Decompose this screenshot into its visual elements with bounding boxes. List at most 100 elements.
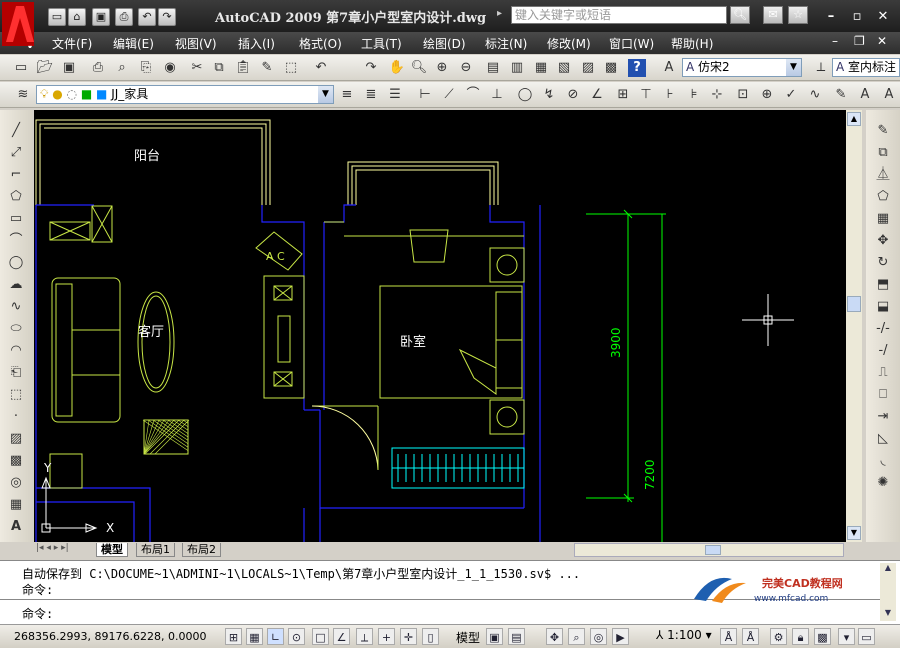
arc-icon[interactable]: ⌒ <box>6 232 26 250</box>
open-icon[interactable]: ⌂ <box>68 8 86 26</box>
line-icon[interactable]: ╱ <box>6 122 26 140</box>
scroll-thumb[interactable] <box>847 296 861 312</box>
restore-icon[interactable]: ▫ <box>846 8 868 26</box>
help-icon[interactable]: ? <box>628 59 646 77</box>
dim-edit-icon[interactable]: ✎ <box>832 86 850 104</box>
object-snap-icon[interactable]: □ <box>312 628 329 645</box>
object-snap-tracking-icon[interactable]: ∠ <box>333 628 350 645</box>
copy-icon[interactable]: ⧉ <box>210 59 228 77</box>
fillet-icon[interactable]: ◟ <box>873 452 893 470</box>
menu-help[interactable]: 帮助(H) <box>671 35 713 52</box>
dim-update-icon[interactable]: A <box>880 86 898 104</box>
dim-style-select[interactable]: A 室内标注 <box>832 58 900 77</box>
auto-scale-icon[interactable]: Å <box>742 628 759 645</box>
workspace-switch-icon[interactable]: ⚙ <box>770 628 787 645</box>
scroll-down-icon[interactable]: ▼ <box>847 526 861 540</box>
search-input[interactable]: 键入关键字或短语 <box>511 6 727 24</box>
hatch-icon[interactable]: ▨ <box>6 430 26 448</box>
lineweight-icon[interactable]: ✛ <box>400 628 417 645</box>
properties-icon[interactable]: ▤ <box>484 59 502 77</box>
match-properties-icon[interactable]: ✎ <box>258 59 276 77</box>
redo-tool-icon[interactable]: ↷ <box>362 59 380 77</box>
clean-screen-icon[interactable]: ▭ <box>858 628 875 645</box>
quick-dim-icon[interactable]: ⊞ <box>614 86 632 104</box>
drawing-canvas[interactable]: 3900 7200 阳台 客厅 卧室 A C Y X <box>34 110 846 542</box>
spline-icon[interactable]: ∿ <box>6 298 26 316</box>
model-space-label[interactable]: 模型 <box>456 629 480 646</box>
new-icon[interactable]: ▭ <box>48 8 66 26</box>
diameter-dim-icon[interactable]: ⊘ <box>564 86 582 104</box>
trim-icon[interactable]: -/- <box>873 320 893 338</box>
aligned-dim-icon[interactable]: ⟋ <box>440 86 458 104</box>
baseline-dim-icon[interactable]: ⊤ <box>637 86 655 104</box>
dim-break-icon[interactable]: ⊹ <box>708 86 726 104</box>
paste-icon[interactable]: 📋︎ <box>234 59 252 77</box>
favorites-star-icon[interactable]: ☆ <box>788 6 808 24</box>
insert-block-icon[interactable]: ⎗ <box>6 364 26 382</box>
doc-minimize-icon[interactable]: – <box>832 34 838 48</box>
inspection-icon[interactable]: ✓ <box>782 86 800 104</box>
mirror-icon[interactable]: ⏅ <box>873 166 893 184</box>
menu-tools[interactable]: 工具(T) <box>361 35 402 52</box>
annotation-scale[interactable]: ⅄ 1:100 ▾ <box>656 628 712 642</box>
tolerance-icon[interactable]: ⊡ <box>734 86 752 104</box>
steering-wheel-icon[interactable]: ◎ <box>590 628 607 645</box>
circle-icon[interactable]: ◯ <box>6 254 26 272</box>
menu-window[interactable]: 窗口(W) <box>609 35 654 52</box>
rotate-icon[interactable]: ↻ <box>873 254 893 272</box>
polyline-icon[interactable]: ⌐ <box>6 166 26 184</box>
zoom-previous-icon[interactable]: ⊖ <box>457 59 475 77</box>
arc-length-dim-icon[interactable]: ⌒ <box>464 86 482 104</box>
menu-insert[interactable]: 插入(I) <box>238 35 275 52</box>
cut-icon[interactable]: ✂ <box>188 59 206 77</box>
polar-tracking-icon[interactable]: ⊙ <box>288 628 305 645</box>
dim-text-edit-icon[interactable]: A <box>856 86 874 104</box>
dynamic-input-icon[interactable]: + <box>378 628 395 645</box>
tab-layout2[interactable]: 布局2 <box>182 543 221 557</box>
save-icon[interactable]: ▣ <box>92 8 110 26</box>
linear-dim-icon[interactable]: ⊢ <box>416 86 434 104</box>
multiline-text-icon[interactable]: A <box>6 518 26 536</box>
zoom-realtime-icon[interactable]: 🔍︎ <box>410 59 428 77</box>
quick-view-drawings-icon[interactable]: ▤ <box>508 628 525 645</box>
block-editor-icon[interactable]: ⬚ <box>282 59 300 77</box>
markup-icon[interactable]: ▨ <box>579 59 597 77</box>
3d-dwf-icon[interactable]: ◉ <box>161 59 179 77</box>
polygon-icon[interactable]: ⬠ <box>6 188 26 206</box>
jogged-dim-icon[interactable]: ↯ <box>540 86 558 104</box>
menu-dimension[interactable]: 标注(N) <box>485 35 527 52</box>
erase-icon[interactable]: ✎ <box>873 122 893 140</box>
construction-line-icon[interactable]: ⤢ <box>6 144 26 162</box>
lock-ui-icon[interactable]: 🔒︎ <box>792 628 809 645</box>
command-scrollbar[interactable]: ▲ ▼ <box>880 563 896 621</box>
undo-icon[interactable]: ↶ <box>138 8 156 26</box>
plot-icon[interactable]: ⎙ <box>89 59 107 77</box>
rectangle-icon[interactable]: ▭ <box>6 210 26 228</box>
communication-center-icon[interactable]: ✉ <box>763 6 783 24</box>
pan-icon[interactable]: ✋ <box>388 59 406 77</box>
doc-close-icon[interactable]: ✕ <box>877 34 887 48</box>
quick-view-layouts-icon[interactable]: ▣ <box>486 628 503 645</box>
zoom-status-icon[interactable]: ⌕ <box>568 628 585 645</box>
menu-format[interactable]: 格式(O) <box>299 35 342 52</box>
text-style-icon[interactable]: A <box>660 59 678 77</box>
continue-dim-icon[interactable]: ⊦ <box>661 86 679 104</box>
snap-mode-icon[interactable]: ⊞ <box>225 628 242 645</box>
showmotion-icon[interactable]: ▶ <box>612 628 629 645</box>
extend-icon[interactable]: -/ <box>873 342 893 360</box>
command-prompt[interactable]: 命令: <box>22 605 53 622</box>
tab-layout1[interactable]: 布局1 <box>136 543 175 557</box>
tray-settings-icon[interactable]: ▩ <box>814 628 831 645</box>
ordinate-dim-icon[interactable]: ⊥ <box>488 86 506 104</box>
calculator-icon[interactable]: ▩ <box>602 59 620 77</box>
copy-object-icon[interactable]: ⧉ <box>873 144 893 162</box>
center-mark-icon[interactable]: ⊕ <box>758 86 776 104</box>
grid-display-icon[interactable]: ▦ <box>246 628 263 645</box>
break-icon[interactable]: ⎕ <box>873 386 893 404</box>
stretch-icon[interactable]: ⬓ <box>873 298 893 316</box>
status-menu-icon[interactable]: ▾ <box>838 628 855 645</box>
move-icon[interactable]: ✥ <box>873 232 893 250</box>
quick-properties-icon[interactable]: ▯ <box>422 628 439 645</box>
layer-states-icon[interactable]: ☰ <box>386 86 404 104</box>
undo-tool-icon[interactable]: ↶ <box>312 59 330 77</box>
